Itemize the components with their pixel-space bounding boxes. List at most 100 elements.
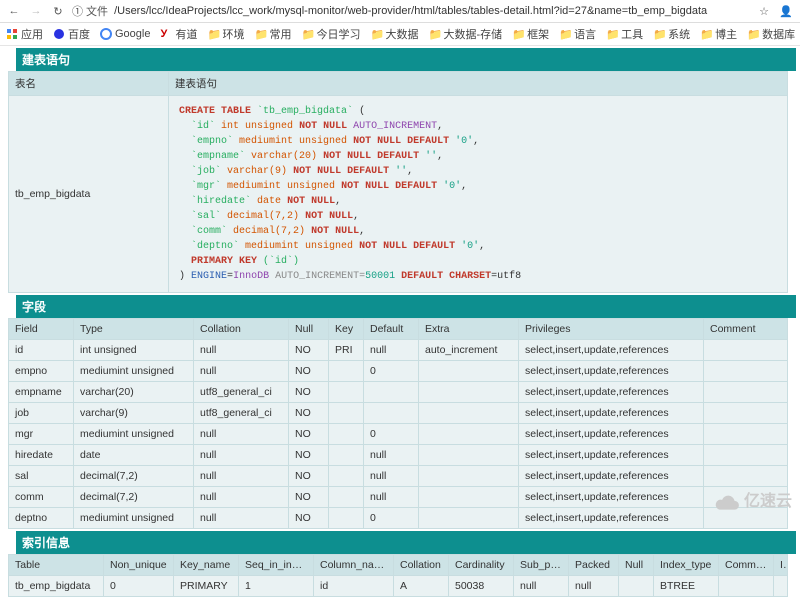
- bookmark-folder[interactable]: 📁大数据: [370, 26, 418, 42]
- cell: [704, 361, 788, 382]
- th: Null: [289, 319, 329, 340]
- cell: null: [569, 576, 619, 597]
- folder-icon: 📁: [370, 28, 382, 40]
- cell: mediumint unsigned: [74, 424, 194, 445]
- th: Key_name: [174, 555, 239, 576]
- apps-icon: [6, 28, 18, 40]
- bookmark-folder[interactable]: 📁数据库: [747, 26, 795, 42]
- table-row: hiredatedatenullNOnullselect,insert,upda…: [9, 445, 788, 466]
- back-icon[interactable]: ←: [6, 3, 22, 19]
- cell: select,insert,update,references: [519, 361, 704, 382]
- cell: [719, 576, 774, 597]
- th: Comment: [704, 319, 788, 340]
- baidu-icon: [53, 28, 65, 40]
- bookmark-folder[interactable]: 📁大数据-存储: [428, 26, 502, 42]
- cell: [704, 424, 788, 445]
- forward-icon[interactable]: →: [28, 3, 44, 19]
- bookmark-star-icon[interactable]: ☆: [756, 5, 772, 18]
- table-row: saldecimal(7,2)nullNOnullselect,insert,u…: [9, 466, 788, 487]
- cell: auto_increment: [419, 340, 519, 361]
- cell: [419, 382, 519, 403]
- watermark: 亿速云: [714, 487, 792, 511]
- cell: null: [194, 340, 289, 361]
- bookmark-folder[interactable]: 📁框架: [512, 26, 549, 42]
- cell: 0: [364, 361, 419, 382]
- cell: [619, 576, 654, 597]
- th: Field: [9, 319, 74, 340]
- cell: select,insert,update,references: [519, 403, 704, 424]
- th: Key: [329, 319, 364, 340]
- cell: 0: [364, 424, 419, 445]
- cell: [419, 361, 519, 382]
- cell: [704, 382, 788, 403]
- cell: NO: [289, 487, 329, 508]
- cell: mediumint unsigned: [74, 508, 194, 529]
- reload-icon[interactable]: ↻: [50, 3, 66, 19]
- cell: decimal(7,2): [74, 487, 194, 508]
- bookmark-folder[interactable]: 📁今日学习: [301, 26, 360, 42]
- th: Cardinality: [449, 555, 514, 576]
- cell: job: [9, 403, 74, 424]
- apps-button[interactable]: 应用: [6, 26, 43, 42]
- cell: NO: [289, 445, 329, 466]
- cell: mgr: [9, 424, 74, 445]
- th: Seq_in_index: [239, 555, 314, 576]
- cell: tb_emp_bigdata: [9, 576, 104, 597]
- cell: [419, 466, 519, 487]
- cell: utf8_general_ci: [194, 382, 289, 403]
- cell: NO: [289, 403, 329, 424]
- google-icon: [100, 28, 112, 40]
- th: Extra: [419, 319, 519, 340]
- bookmark-folder[interactable]: 📁工具: [606, 26, 643, 42]
- table-row: tb_emp_bigdata0PRIMARY1idA50038nullnullB…: [9, 576, 788, 597]
- th: Collation: [194, 319, 289, 340]
- folder-icon: 📁: [207, 28, 219, 40]
- folder-icon: 📁: [700, 28, 712, 40]
- cell: [419, 424, 519, 445]
- cell: null: [364, 445, 419, 466]
- cell: sal: [9, 466, 74, 487]
- cloud-icon: [714, 493, 740, 511]
- bookmark-folder[interactable]: 📁博主: [700, 26, 737, 42]
- cell: varchar(20): [74, 382, 194, 403]
- bookmark-item[interactable]: Google: [100, 28, 150, 40]
- index-table: Table Non_unique Key_name Seq_in_index C…: [8, 554, 788, 597]
- cell: null: [194, 508, 289, 529]
- bookmark-item[interactable]: У有道: [160, 26, 197, 42]
- cell: select,insert,update,references: [519, 487, 704, 508]
- bookmark-folder[interactable]: 📁系统: [653, 26, 690, 42]
- cell: select,insert,update,references: [519, 466, 704, 487]
- cell: date: [74, 445, 194, 466]
- cell: deptno: [9, 508, 74, 529]
- cell: A: [394, 576, 449, 597]
- cell: null: [364, 487, 419, 508]
- index-header-row: Table Non_unique Key_name Seq_in_index C…: [9, 555, 788, 576]
- cell: empno: [9, 361, 74, 382]
- address-bar[interactable]: [114, 5, 750, 17]
- ddl-cell: CREATE TABLE `tb_emp_bigdata` ( `id` int…: [169, 96, 788, 293]
- section-index-title: 索引信息: [16, 531, 796, 554]
- cell: [704, 340, 788, 361]
- bookmark-folder[interactable]: 📁环境: [207, 26, 244, 42]
- th: Packed: [569, 555, 619, 576]
- cell: NO: [289, 382, 329, 403]
- table-row: mgrmediumint unsignednullNO0select,inser…: [9, 424, 788, 445]
- cell: null: [364, 340, 419, 361]
- url-scheme-label: ① 文件: [72, 3, 108, 19]
- cell: PRIMARY: [174, 576, 239, 597]
- cell: select,insert,update,references: [519, 382, 704, 403]
- cell: id: [9, 340, 74, 361]
- cell: NO: [289, 466, 329, 487]
- bookmark-folder[interactable]: 📁常用: [254, 26, 291, 42]
- cell: [329, 508, 364, 529]
- th: Non_unique: [104, 555, 174, 576]
- cell: null: [364, 466, 419, 487]
- user-avatar-icon[interactable]: 👤: [778, 5, 794, 18]
- youdao-icon: У: [160, 28, 172, 40]
- cell: 1: [239, 576, 314, 597]
- bookmark-folder[interactable]: 📁语言: [559, 26, 596, 42]
- table-row: empnamevarchar(20)utf8_general_ciNOselec…: [9, 382, 788, 403]
- create-table: 表名 建表语句 tb_emp_bigdata CREATE TABLE `tb_…: [8, 71, 788, 293]
- bookmark-item[interactable]: 百度: [53, 26, 90, 42]
- cell: [704, 403, 788, 424]
